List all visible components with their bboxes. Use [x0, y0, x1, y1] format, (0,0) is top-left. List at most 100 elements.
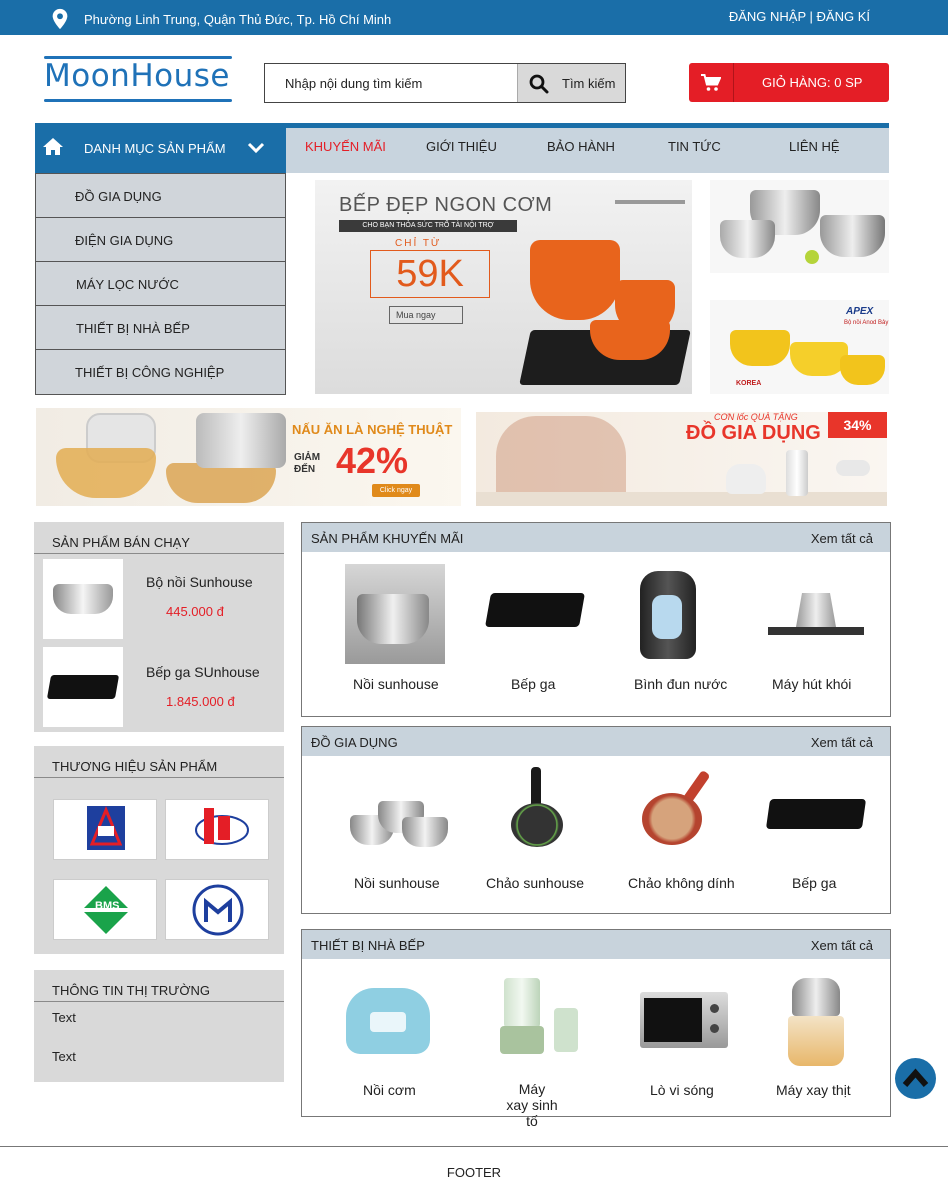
category-item-industrial[interactable]: THIẾT BỊ CÔNG NGHIỆP: [35, 350, 286, 395]
promo-products-section: SẢN PHẨM KHUYẾN MÃI Xem tất cả Nồi sunho…: [301, 522, 891, 717]
brand-logo-2[interactable]: [165, 799, 269, 860]
register-link[interactable]: ĐĂNG KÍ: [817, 9, 870, 24]
microwave-knob-1: [710, 1004, 719, 1013]
section-title: ĐỒ GIA DỤNG: [311, 735, 398, 750]
best-seller-price-2: 1.845.000 đ: [166, 694, 235, 709]
product-name[interactable]: Lò vi sóng: [650, 1082, 714, 1098]
brand-logo-1[interactable]: [53, 799, 157, 860]
footer: FOOTER: [0, 1146, 948, 1194]
nav-item-about[interactable]: GIỚI THIỆU: [426, 139, 497, 154]
category-item-household[interactable]: ĐỒ GIA DỤNG: [35, 173, 286, 218]
brand-logo-4[interactable]: [165, 879, 269, 940]
nav-item-promotions[interactable]: KHUYẾN MÃI: [305, 139, 386, 154]
wide-banner-left-discount: 42%: [336, 440, 409, 481]
banner-price: 59K: [370, 250, 490, 298]
banner-cta[interactable]: Mua ngay: [389, 306, 463, 324]
product-image-pot-set[interactable]: [350, 801, 448, 851]
product-image-gas-stove[interactable]: [765, 799, 867, 829]
product-image-blender[interactable]: [496, 978, 588, 1058]
apex-brand: APEX: [846, 306, 874, 317]
best-seller-image-2[interactable]: [43, 647, 123, 727]
auth-links: ĐĂNG NHẬP | ĐĂNG KÍ: [729, 9, 870, 24]
wide-banner-cooking-art[interactable]: NẤU ĂN LÀ NGHỆ THUẬT GIẢM ĐẾN 42% Click …: [36, 408, 461, 506]
side-banner-apex[interactable]: APEX Bộ nồi Anod Bảy KOREA: [710, 300, 889, 394]
kitchen-counter: [476, 492, 887, 506]
best-seller-image-1[interactable]: [43, 559, 123, 639]
utensil-rack: [615, 200, 685, 204]
brand-logo-bms[interactable]: BMS: [53, 879, 157, 940]
yellow-pot-3: [840, 355, 885, 385]
view-all-link[interactable]: Xem tất cả: [811, 531, 873, 546]
blender-appliance: [786, 450, 808, 496]
market-info-item-2[interactable]: Text: [52, 1049, 76, 1064]
section-header: THIẾT BỊ NHÀ BẾP Xem tất cả: [302, 930, 890, 959]
cart-label: GIỎ HÀNG: 0 SP: [762, 75, 863, 90]
pot-shape: [357, 594, 429, 644]
orange-pot-3: [590, 320, 670, 360]
product-name[interactable]: Nồi cơm: [363, 1082, 416, 1098]
product-name[interactable]: Máy xay sinh tố: [506, 1081, 558, 1129]
side-banner-cookware[interactable]: [710, 180, 889, 273]
search-bar: Tìm kiếm: [264, 63, 626, 103]
microwave-knob-2: [710, 1024, 719, 1033]
best-seller-price-1: 445.000 đ: [166, 604, 224, 619]
glass-pot-2: [166, 463, 276, 503]
category-item-kitchen-equipment[interactable]: THIẾT BỊ NHÀ BẾP: [35, 306, 286, 350]
product-name[interactable]: Bếp ga: [792, 875, 836, 891]
product-name[interactable]: Bình đun nước: [634, 676, 727, 692]
search-button-label: Tìm kiếm: [562, 76, 616, 91]
banner-subheadline: CHO BẠN THỎA SỨC TRỔ TÀI NỘI TRỢ: [339, 220, 517, 232]
nav-item-news[interactable]: TIN TỨC: [668, 139, 721, 154]
product-image-wok[interactable]: [507, 767, 569, 849]
product-name[interactable]: Chảo không dính: [628, 875, 735, 891]
product-name[interactable]: Nồi sunhouse: [353, 676, 439, 692]
product-name[interactable]: Nồi sunhouse: [354, 875, 440, 891]
cart-icon-box: [689, 63, 734, 102]
home-icon: [43, 138, 63, 155]
product-image-gas-stove[interactable]: [485, 593, 585, 627]
product-image-pot[interactable]: [345, 564, 445, 664]
site-logo[interactable]: MoonHouse: [44, 56, 234, 102]
product-image-range-hood[interactable]: [768, 593, 864, 639]
search-button[interactable]: Tìm kiếm: [517, 64, 625, 102]
login-link[interactable]: ĐĂNG NHẬP: [729, 9, 806, 24]
nav-item-contact[interactable]: LIÊN HỆ: [789, 139, 840, 154]
category-item-appliances[interactable]: ĐIỆN GIA DỤNG: [35, 218, 286, 262]
steel-pot-right: [820, 215, 885, 257]
category-item-water-purifiers[interactable]: MÁY LỌC NƯỚC: [35, 262, 286, 306]
wide-banner-left-discount-label: GIẢM ĐẾN: [294, 452, 321, 475]
product-name[interactable]: Máy hút khói: [772, 676, 851, 692]
main-promo-banner[interactable]: BẾP ĐẸP NGON CƠM CHO BẠN THỎA SỨC TRỔ TÀ…: [315, 180, 692, 394]
product-name[interactable]: Máy xay thịt: [776, 1082, 851, 1098]
wide-banner-household-gifts[interactable]: CƠN lốc QUÀ TẶNG ĐỒ GIA DỤNG 34%: [476, 412, 887, 506]
product-image-microwave[interactable]: [640, 992, 728, 1048]
blender-cup: [554, 1008, 578, 1052]
view-all-link[interactable]: Xem tất cả: [811, 938, 873, 953]
view-all-link[interactable]: Xem tất cả: [811, 735, 873, 750]
wide-banner-right-sub: CƠN lốc QUÀ TẶNG: [714, 412, 798, 422]
search-input[interactable]: [265, 64, 517, 102]
best-seller-name-1[interactable]: Bộ nồi Sunhouse: [146, 574, 253, 590]
product-image-nonstick-pan[interactable]: [638, 767, 728, 849]
hood-base: [768, 627, 864, 635]
market-info-item-1[interactable]: Text: [52, 1010, 76, 1025]
cart-button[interactable]: GIỎ HÀNG: 0 SP: [689, 63, 889, 102]
steel-utensils: [196, 413, 286, 468]
scroll-to-top-button[interactable]: [895, 1058, 936, 1099]
best-seller-name-2[interactable]: Bếp ga SUnhouse: [146, 664, 260, 680]
section-header: ĐỒ GIA DỤNG Xem tất cả: [302, 727, 890, 756]
nav-item-warranty[interactable]: BẢO HÀNH: [547, 139, 615, 154]
store-address: Phường Linh Trung, Quận Thủ Đức, Tp. Hồ …: [84, 12, 392, 27]
category-menu-toggle[interactable]: DANH MỤC SẢN PHẨM: [35, 123, 286, 174]
product-image-rice-cooker[interactable]: [346, 988, 430, 1054]
wide-banner-left-cta[interactable]: Click ngay: [372, 484, 420, 497]
product-name[interactable]: Bếp ga: [511, 676, 555, 692]
location-pin-icon: [52, 8, 68, 30]
product-name[interactable]: Chảo sunhouse: [486, 875, 584, 891]
top-bar: Phường Linh Trung, Quận Thủ Đức, Tp. Hồ …: [0, 0, 948, 35]
product-image-kettle[interactable]: [640, 571, 696, 659]
product-image-meat-grinder[interactable]: [784, 978, 848, 1070]
brand-emblem-4: [192, 884, 244, 936]
market-info-title: THÔNG TIN THỊ TRƯỜNG: [34, 970, 284, 1002]
banner-from-label: CHỈ TỪ: [395, 238, 442, 249]
